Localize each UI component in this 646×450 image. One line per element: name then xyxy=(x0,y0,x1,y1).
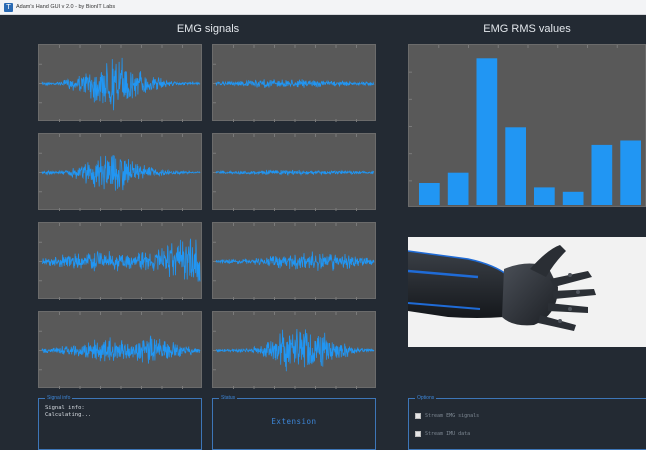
options-group: Options Stream EMG signals Stream IMU da… xyxy=(408,394,646,450)
emg-signal-trace xyxy=(215,79,375,88)
signal-info-text: Signal info: Calculating... xyxy=(45,405,91,419)
signal-info-line-1: Signal info: xyxy=(45,405,85,411)
rms-bar-2 xyxy=(447,172,469,205)
rms-bar-3 xyxy=(476,58,498,205)
options-legend: Options xyxy=(415,394,437,402)
emg-signal-trace xyxy=(215,328,375,372)
rms-bar-7 xyxy=(591,144,613,205)
stream-emg-checkbox[interactable] xyxy=(415,413,421,419)
signal-info-group: Signal info Signal info: Calculating... xyxy=(38,394,202,450)
status-legend: Status xyxy=(219,394,238,402)
stream-imu-checkbox[interactable] xyxy=(415,431,421,437)
signal-info-legend: Signal info xyxy=(45,394,73,402)
emg-signal-trace xyxy=(41,154,201,191)
emg-channel-plot xyxy=(212,44,376,122)
emg-channel-plot xyxy=(38,44,202,122)
emg-channel-plot xyxy=(38,311,202,389)
signal-info-line-2: Calculating... xyxy=(45,412,92,418)
stream-emg-label: Stream EMG signals xyxy=(425,413,480,419)
rms-bar-svg xyxy=(409,45,641,205)
status-group: Status Extension xyxy=(212,394,376,450)
rms-bar-1 xyxy=(419,183,440,205)
stream-emg-option[interactable]: Stream EMG signals xyxy=(415,413,479,419)
window-titlebar: T Adam's Hand GUI v 2.0 - by BionIT Labs xyxy=(0,0,646,15)
emg-channel-plot xyxy=(38,222,202,300)
window-title: Adam's Hand GUI v 2.0 - by BionIT Labs xyxy=(16,4,116,10)
rms-bar-8 xyxy=(620,140,641,205)
emg-signals-title: EMG signals xyxy=(176,23,240,35)
emg-channel-plot xyxy=(212,222,376,300)
emg-rms-title: EMG RMS values xyxy=(483,23,571,35)
robotic-hand-image xyxy=(408,237,646,347)
stream-imu-label: Stream IMU data xyxy=(425,431,471,437)
emg-signal-trace xyxy=(41,335,201,364)
emg-channel-plot xyxy=(212,311,376,389)
app-logo-icon: T xyxy=(4,2,13,12)
emg-channel-plot xyxy=(212,133,376,211)
emg-signal-trace xyxy=(215,169,375,177)
emg-signal-trace xyxy=(41,57,201,111)
emg-signal-trace xyxy=(41,238,201,282)
emg-channel-plot xyxy=(38,133,202,211)
stream-imu-option[interactable]: Stream IMU data xyxy=(415,431,470,437)
rms-bar-chart xyxy=(408,44,646,207)
rms-bar-6 xyxy=(562,191,584,205)
emg-signal-trace xyxy=(215,251,375,271)
rms-bar-4 xyxy=(505,127,526,205)
status-value: Extension xyxy=(271,417,317,426)
rms-bar-5 xyxy=(534,187,555,205)
